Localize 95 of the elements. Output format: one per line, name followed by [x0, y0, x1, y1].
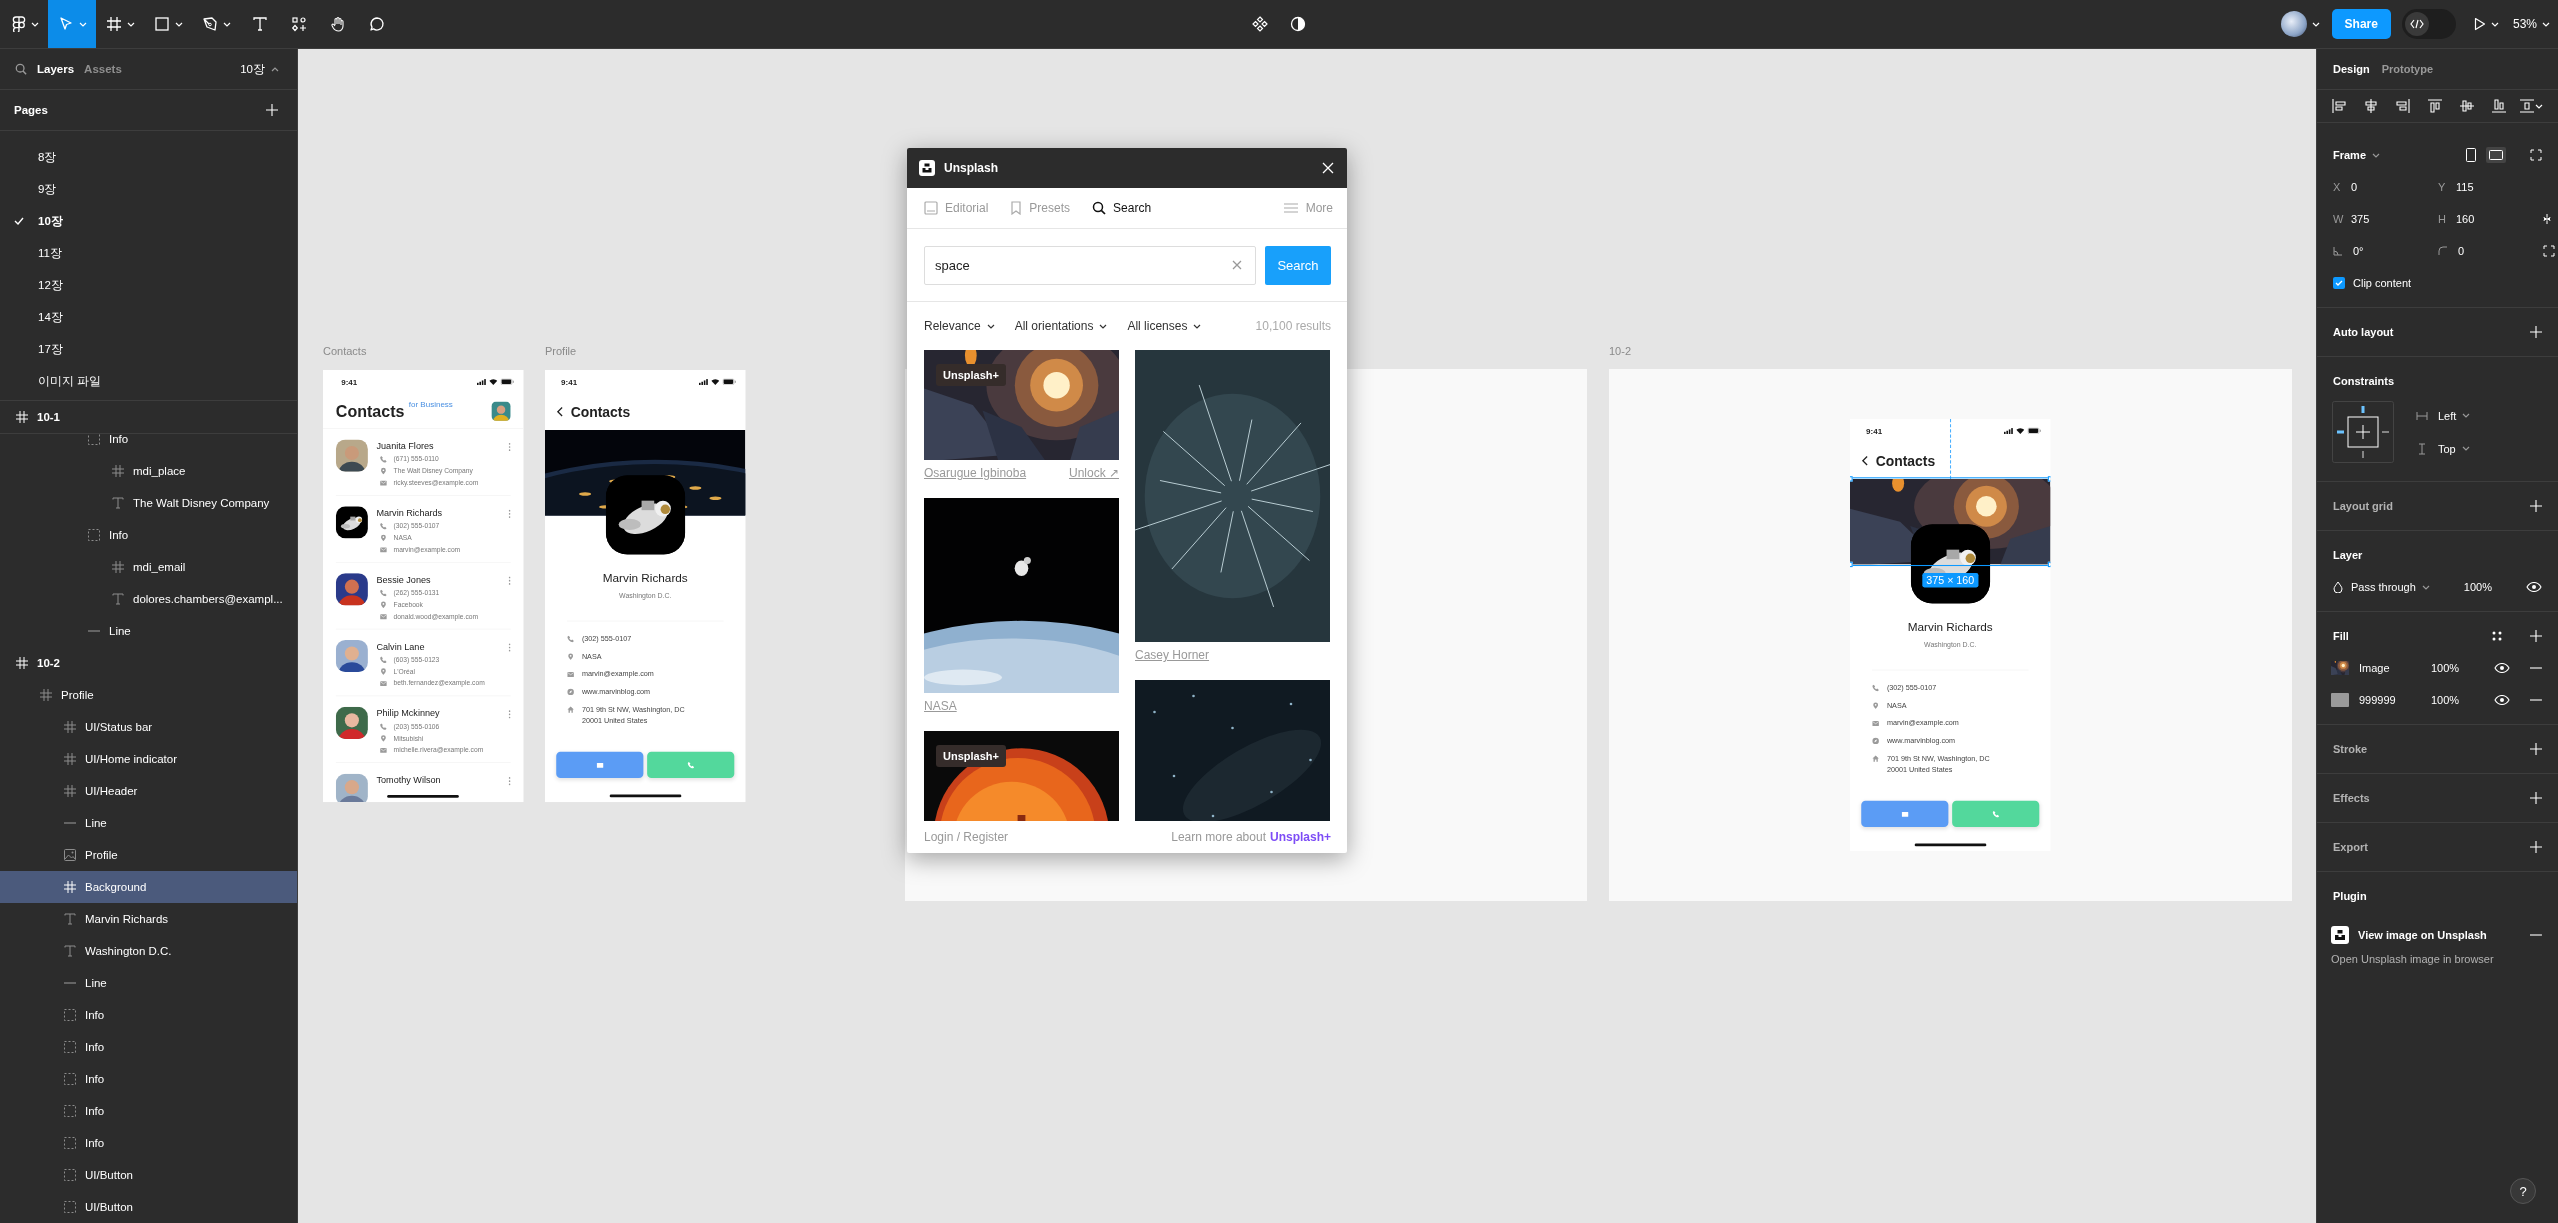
layer-item[interactable]: UI/Home indicator — [0, 743, 297, 775]
constraint-dropdown[interactable]: Top — [2416, 432, 2471, 465]
layer-item[interactable]: Line — [0, 615, 297, 647]
page-item[interactable]: 17장 — [0, 333, 297, 365]
layer-item[interactable]: Info — [0, 999, 297, 1031]
status-time: 9:41 — [561, 377, 578, 387]
constraint-dropdown[interactable]: Left — [2416, 399, 2471, 432]
contact-name: Calvin Lane — [376, 640, 426, 654]
section-title: Plugin — [2333, 890, 2367, 902]
section-title: Layer — [2333, 549, 2363, 561]
page-item[interactable]: 11장 — [0, 237, 297, 269]
search-field[interactable]: space — [924, 245, 1256, 285]
contact-name: Bessie Jones — [376, 573, 432, 587]
screen-title: Contacts — [335, 401, 405, 420]
layer-item[interactable]: Profile — [0, 679, 297, 711]
filter-dropdown[interactable]: All licenses — [1127, 319, 1202, 333]
layer-item[interactable]: UI/Button — [0, 1159, 297, 1191]
blend-mode-dropdown[interactable]: Pass through — [2351, 581, 2430, 593]
number-field[interactable]: W 375 — [2333, 203, 2438, 235]
unsplash-plus-link[interactable]: Unsplash+ — [1269, 830, 1331, 844]
section-title: Export — [2333, 841, 2368, 853]
layer-item[interactable]: mdi_place — [0, 455, 297, 487]
contact-name: Philip Mckinney — [376, 707, 441, 721]
layer-item[interactable]: 10-1 — [0, 401, 297, 434]
dialog-tab[interactable]: Search — [1092, 201, 1152, 215]
screen-title: Contacts — [1875, 452, 1936, 469]
layer-item[interactable]: Washington D.C. — [0, 935, 297, 967]
layer-item[interactable]: Info — [0, 1127, 297, 1159]
plugin-description: Open Unsplash image in browser — [2330, 952, 2495, 965]
filter-dropdown[interactable]: All orientations — [1014, 319, 1108, 333]
fill-label[interactable]: Image — [2359, 662, 2431, 674]
plugin-link[interactable]: View image on Unsplash — [2331, 926, 2487, 944]
subtitle-label: for Business — [408, 399, 453, 410]
page-item[interactable]: 14장 — [0, 301, 297, 333]
section-title: Pages — [14, 104, 48, 116]
status-time: 9:41 — [341, 377, 358, 387]
profile-name: Marvin Richards — [1906, 620, 1994, 635]
plus-badge: Unsplash+ — [936, 745, 1006, 767]
footer-text: Learn more about — [1171, 830, 1266, 844]
contact-name: Juanita Flores — [376, 440, 435, 454]
layer-item[interactable]: UI/Button — [0, 1191, 297, 1223]
panel-tab[interactable]: Prototype — [2381, 63, 2434, 75]
section-title: Effects — [2333, 792, 2370, 804]
frame-preset-dropdown[interactable]: Frame — [2333, 149, 2381, 161]
contact-name: Marvin Richards — [376, 506, 444, 521]
screen-title: Contacts — [570, 403, 631, 420]
opacity-value[interactable]: 100% — [2431, 662, 2494, 674]
help-button[interactable]: ? — [2510, 1178, 2536, 1204]
dialog-title: Unsplash — [944, 161, 998, 175]
layer-item[interactable]: Marvin Richards — [0, 903, 297, 935]
page-item[interactable]: 9장 — [0, 173, 297, 205]
section-title: Auto layout — [2333, 326, 2394, 338]
profile-name: Marvin Richards — [601, 571, 689, 586]
panel-tab[interactable]: Assets — [84, 63, 122, 75]
number-field[interactable]: 0° — [2333, 235, 2438, 267]
page-item[interactable]: 10장 — [0, 205, 297, 237]
page-switcher[interactable]: 10장 — [234, 60, 285, 78]
opacity-value[interactable]: 100% — [2463, 581, 2492, 593]
number-field[interactable]: Y 115 — [2438, 171, 2543, 203]
section-title: Constraints — [2333, 375, 2395, 387]
layer-item[interactable]: Info — [0, 1095, 297, 1127]
panel-tab[interactable]: Layers — [37, 63, 75, 75]
page-item[interactable]: 이미지 파일 — [0, 365, 297, 397]
layer-item[interactable]: Line — [0, 807, 297, 839]
zoom-menu[interactable]: 53% — [2512, 0, 2550, 48]
layer-item[interactable]: 10-2 — [0, 647, 297, 679]
page-item[interactable]: 12장 — [0, 269, 297, 301]
layer-item[interactable]: Info — [0, 434, 297, 455]
section-title: Stroke — [2333, 743, 2368, 755]
fill-label[interactable]: 999999 — [2359, 694, 2431, 706]
layer-item[interactable]: UI/Status bar — [0, 711, 297, 743]
plus-badge: Unsplash+ — [936, 364, 1006, 386]
layer-item[interactable]: Info — [0, 1031, 297, 1063]
panel-tab[interactable]: Design — [2333, 63, 2370, 75]
number-field[interactable]: X 0 — [2333, 171, 2438, 203]
status-time: 9:41 — [1866, 426, 1883, 436]
section-title: Fill — [2333, 630, 2349, 642]
layer-item[interactable]: UI/Header — [0, 775, 297, 807]
layer-item[interactable]: Profile — [0, 839, 297, 871]
layer-item[interactable]: The Walt Disney Company — [0, 487, 297, 519]
contact-name: Tomothy Wilson — [376, 774, 441, 788]
checkbox-label: Clip content — [2353, 277, 2412, 289]
layer-item[interactable]: Line — [0, 967, 297, 999]
result-count: 10,100 results — [1255, 319, 1331, 333]
opacity-value[interactable]: 100% — [2431, 694, 2494, 706]
layer-item[interactable]: Info — [0, 519, 297, 551]
number-field[interactable]: 0 — [2438, 235, 2543, 267]
layer-item[interactable]: Info — [0, 1063, 297, 1095]
page-item[interactable]: 8장 — [0, 141, 297, 173]
section-title: Layout grid — [2333, 500, 2393, 512]
filter-dropdown[interactable]: Relevance — [924, 319, 995, 333]
layer-item[interactable]: Background — [0, 871, 297, 903]
layer-item[interactable]: dolores.chambers@exampl... — [0, 583, 297, 615]
number-field[interactable]: H 160 — [2438, 203, 2543, 235]
layer-item[interactable]: mdi_email — [0, 551, 297, 583]
